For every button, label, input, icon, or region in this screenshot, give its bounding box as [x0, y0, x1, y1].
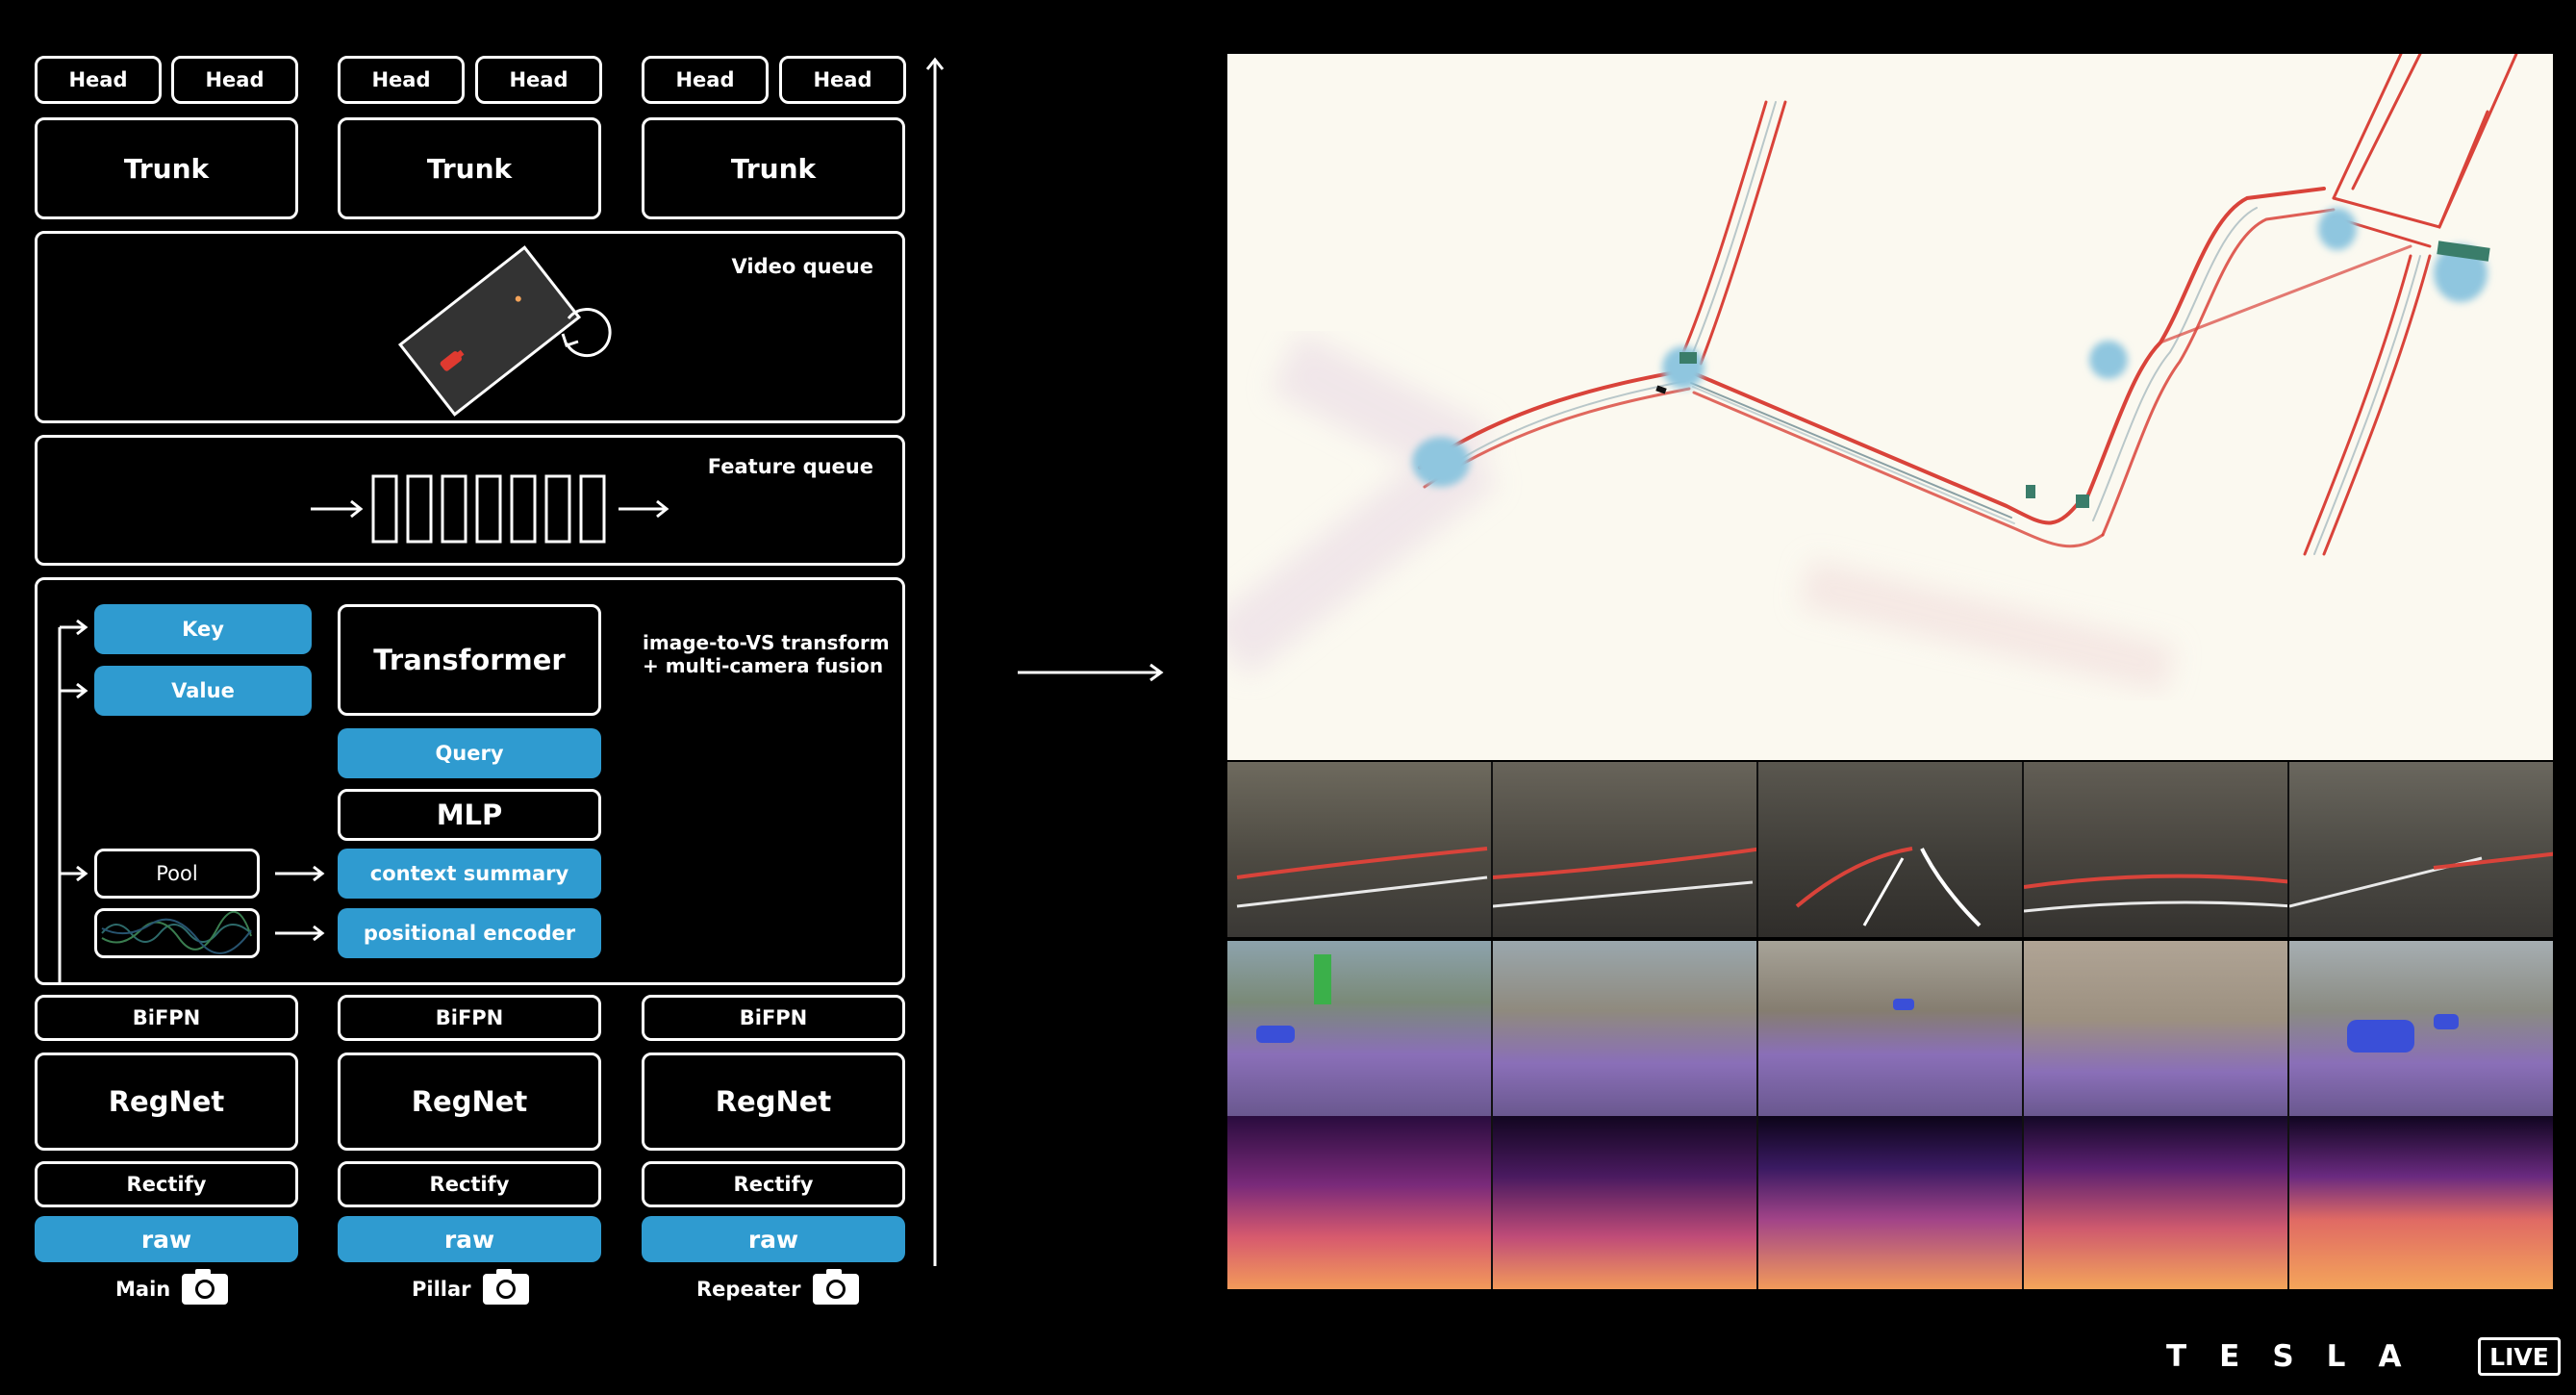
- regnet-block: RegNet: [35, 1053, 298, 1151]
- trunk-box: Trunk: [35, 117, 298, 219]
- camera-strip-lanes: [1227, 762, 2560, 937]
- camera-icon: [812, 1269, 859, 1305]
- logo-letter: T: [2166, 1339, 2187, 1374]
- video-queue-label: Video queue: [731, 255, 873, 278]
- camera-name: Pillar: [412, 1278, 471, 1301]
- logo-letter: L: [2326, 1339, 2346, 1374]
- waveform-block: [94, 908, 260, 958]
- feature-queue-graphic: [311, 474, 669, 544]
- trunk-box: Trunk: [642, 117, 905, 219]
- raw-block: raw: [35, 1216, 298, 1262]
- camera-icon: [482, 1269, 529, 1305]
- regnet-block: RegNet: [338, 1053, 601, 1151]
- waveform-icon: [101, 911, 252, 954]
- camera-view: [2289, 941, 2553, 1116]
- query-block: Query: [338, 728, 601, 778]
- regnet-block: RegNet: [642, 1053, 905, 1151]
- tesla-logo: T E S L A: [2166, 1339, 2401, 1374]
- camera-strip-depth: [1227, 1116, 2553, 1289]
- head-box: Head: [642, 56, 769, 104]
- raw-block: raw: [642, 1216, 905, 1262]
- camera-view: [1227, 941, 1493, 1116]
- head-box: Head: [779, 56, 906, 104]
- head-box: Head: [338, 56, 465, 104]
- logo-letter: A: [2378, 1339, 2402, 1374]
- head-box: Head: [35, 56, 162, 104]
- logo-letter: S: [2272, 1339, 2294, 1374]
- fusion-description: image-to-VS transform + multi-camera fus…: [643, 631, 890, 677]
- camera-icon: [182, 1269, 229, 1305]
- camera-label-repeater: Repeater: [696, 1269, 859, 1305]
- flow-up-arrow: [925, 57, 945, 1266]
- rectify-block: Rectify: [338, 1161, 601, 1207]
- key-block: Key: [94, 604, 312, 654]
- transformer-block: Transformer: [338, 604, 601, 716]
- ego-vehicle-rotation-icon: [397, 245, 612, 417]
- pool-block: Pool: [94, 849, 260, 899]
- mlp-block: MLP: [338, 789, 601, 841]
- camera-name: Main: [115, 1278, 171, 1301]
- camera-view: [1758, 941, 2024, 1116]
- context-summary-block: context summary: [338, 849, 601, 899]
- camera-label-main: Main: [115, 1269, 229, 1305]
- trunk-box: Trunk: [338, 117, 601, 219]
- positional-encoder-block: positional encoder: [338, 908, 601, 958]
- output-arrow: [1018, 663, 1164, 682]
- camera-view: [1493, 941, 1758, 1116]
- feature-queue-label: Feature queue: [707, 455, 873, 478]
- camera-view: [1227, 762, 1493, 937]
- rectify-block: Rectify: [35, 1161, 298, 1207]
- camera-view: [1758, 762, 2024, 937]
- camera-view: [2024, 1116, 2289, 1289]
- camera-view: [1758, 1116, 2024, 1289]
- feature-queue-panel: Feature queue: [35, 435, 905, 566]
- camera-view: [1227, 1116, 1493, 1289]
- camera-view: [2023, 762, 2294, 937]
- camera-view: [1493, 1116, 1758, 1289]
- video-queue-panel: Video queue: [35, 231, 905, 423]
- live-badge: LIVE: [2478, 1337, 2561, 1376]
- camera-view: [2024, 941, 2289, 1116]
- rectify-block: Rectify: [642, 1161, 905, 1207]
- camera-label-pillar: Pillar: [412, 1269, 529, 1305]
- camera-view: [2288, 762, 2560, 937]
- camera-strip-segmentation: [1227, 941, 2553, 1116]
- camera-view: [1492, 762, 1763, 937]
- bifpn-block: BiFPN: [35, 995, 298, 1041]
- camera-view: [2289, 1116, 2553, 1289]
- road-network-drawing: [1227, 54, 2518, 694]
- bifpn-block: BiFPN: [642, 995, 905, 1041]
- head-box: Head: [475, 56, 602, 104]
- value-block: Value: [94, 666, 312, 716]
- bifpn-block: BiFPN: [338, 995, 601, 1041]
- camera-name: Repeater: [696, 1278, 801, 1301]
- head-box: Head: [171, 56, 298, 104]
- logo-letter: E: [2219, 1339, 2240, 1374]
- raw-block: raw: [338, 1216, 601, 1262]
- vector-space-map: [1227, 54, 2553, 760]
